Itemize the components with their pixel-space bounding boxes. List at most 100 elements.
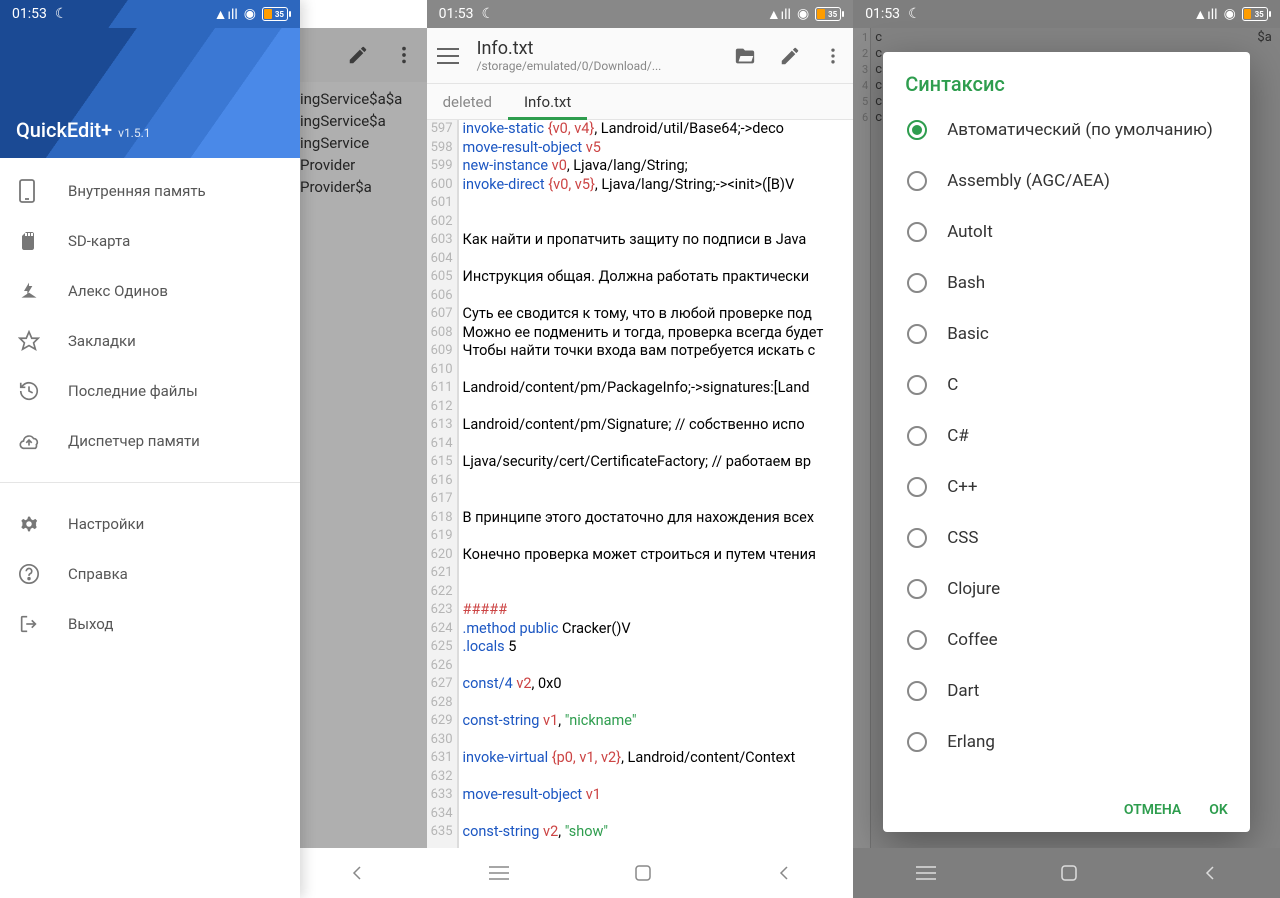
syntax-option-label: Erlang: [947, 732, 995, 752]
radio-icon: [907, 426, 927, 446]
tab-deleted[interactable]: deleted: [427, 84, 508, 119]
background-file-list: ingService$a$aingService$aingServiceProv…: [300, 82, 427, 196]
syntax-option[interactable]: C++: [893, 461, 1240, 512]
syntax-option[interactable]: Erlang: [893, 716, 1240, 767]
drawer-item[interactable]: SD-карта: [0, 216, 300, 266]
back-icon[interactable]: [777, 864, 791, 882]
help-icon: [18, 563, 38, 585]
drawer-item-label: SD-карта: [68, 232, 130, 250]
syntax-option[interactable]: Clojure: [893, 563, 1240, 614]
syntax-options: Автоматический (по умолчанию) Assembly (A…: [883, 104, 1250, 788]
android-nav-bar: [853, 848, 1280, 898]
syntax-option-label: Bash: [947, 273, 985, 293]
radio-icon: [907, 732, 927, 752]
syntax-option[interactable]: AutoIt: [893, 206, 1240, 257]
drawer-item[interactable]: Настройки: [0, 499, 300, 549]
editor-toolbar: Info.txt /storage/emulated/0/Download/..…: [427, 28, 854, 84]
recent-icon[interactable]: [489, 866, 509, 880]
status-bar: 01:53 ☾ ▲ıll◉35: [853, 0, 1280, 28]
signal-icon: ▲ıll: [214, 6, 238, 23]
home-icon[interactable]: [634, 864, 652, 882]
file-title: Info.txt: [477, 38, 734, 59]
drawer-item[interactable]: Выход: [0, 599, 300, 649]
edit-icon[interactable]: [779, 45, 801, 67]
radio-icon: [907, 630, 927, 650]
drawer-item-label: Справка: [68, 565, 128, 583]
radio-icon: [907, 681, 927, 701]
syntax-option[interactable]: Coffee: [893, 614, 1240, 665]
history-icon: [18, 380, 38, 402]
drawer-item[interactable]: Алекс Одинов: [0, 266, 300, 316]
more-icon[interactable]: [823, 45, 843, 67]
recent-icon[interactable]: [916, 866, 936, 880]
drawer-item[interactable]: Диспетчер памяти: [0, 416, 300, 466]
home-icon[interactable]: [1060, 864, 1078, 882]
back-icon[interactable]: [1203, 864, 1217, 882]
ok-button[interactable]: OK: [1209, 802, 1228, 818]
syntax-option-label: Basic: [947, 324, 989, 344]
drawer-item-label: Внутренняя память: [68, 182, 206, 200]
syntax-option[interactable]: Bash: [893, 257, 1240, 308]
exit-icon: [18, 613, 38, 635]
status-bar: 01:53 ☾ ▲ıll ◉ 35: [0, 0, 300, 28]
syntax-option-label: Assembly (AGC/AEA): [947, 171, 1110, 191]
syntax-option[interactable]: Dart: [893, 665, 1240, 716]
drawer-item[interactable]: Справка: [0, 549, 300, 599]
dialog-title: Синтаксис: [883, 52, 1250, 104]
radio-icon: [907, 477, 927, 497]
more-icon: [393, 44, 415, 66]
sd-icon: [18, 230, 38, 252]
app-title: QuickEdit+: [16, 118, 112, 142]
syntax-option-label: C: [947, 375, 958, 395]
edit-icon: [347, 44, 369, 66]
radio-icon: [907, 579, 927, 599]
cancel-button[interactable]: ОТМЕНА: [1124, 802, 1181, 818]
gear-icon: [18, 513, 38, 535]
syntax-option[interactable]: Assembly (AGC/AEA): [893, 155, 1240, 206]
syntax-option-label: C++: [947, 477, 977, 497]
radio-icon: [907, 528, 927, 548]
status-bar: 01:53 ☾ ▲ıll◉35: [427, 0, 854, 28]
navigation-drawer: 01:53 ☾ ▲ıll ◉ 35 QuickEdit+ v1.5.1 Внутр…: [0, 0, 300, 898]
storage-icon: [18, 430, 38, 452]
drawer-item[interactable]: Внутренняя память: [0, 166, 300, 216]
syntax-option[interactable]: Автоматический (по умолчанию): [893, 104, 1240, 155]
drawer-item-label: Диспетчер памяти: [68, 432, 200, 450]
syntax-option-label: Coffee: [947, 630, 997, 650]
folder-open-icon[interactable]: [733, 45, 757, 67]
radio-icon: [907, 171, 927, 191]
android-nav-bar: [427, 848, 854, 898]
drawer-item-label: Последние файлы: [68, 382, 198, 400]
radio-icon: [907, 375, 927, 395]
tab-Info.txt[interactable]: Info.txt: [508, 84, 587, 119]
syntax-option[interactable]: Basic: [893, 308, 1240, 359]
syntax-option-label: C#: [947, 426, 969, 446]
file-path: /storage/emulated/0/Download/...: [477, 59, 734, 73]
menu-button[interactable]: [437, 47, 459, 65]
back-icon[interactable]: [350, 864, 364, 882]
syntax-option[interactable]: C: [893, 359, 1240, 410]
drawer-item[interactable]: Закладки: [0, 316, 300, 366]
syntax-option[interactable]: C#: [893, 410, 1240, 461]
drawer-item-label: Закладки: [68, 332, 136, 350]
syntax-option-label: CSS: [947, 528, 978, 548]
toolbar-behind: [300, 28, 427, 82]
syntax-option[interactable]: CSS: [893, 512, 1240, 563]
syntax-option-label: AutoIt: [947, 222, 993, 242]
code-area[interactable]: invoke-static {v0, v4}, Landroid/util/Ba…: [459, 120, 854, 848]
drawer-item[interactable]: Последние файлы: [0, 366, 300, 416]
syntax-dialog: Синтаксис Автоматический (по умолчанию) A…: [883, 52, 1250, 832]
divider: [0, 482, 300, 483]
code-editor[interactable]: 5975985996006016026036046056066076086096…: [427, 120, 854, 848]
radio-icon: [907, 324, 927, 344]
radio-icon: [907, 222, 927, 242]
drawer-item-label: Алекс Одинов: [68, 282, 168, 300]
syntax-option-label: Dart: [947, 681, 979, 701]
app-version: v1.5.1: [118, 126, 150, 140]
syntax-option-label: Автоматический (по умолчанию): [947, 120, 1213, 140]
gutter: 5975985996006016026036046056066076086096…: [427, 120, 459, 848]
drawer-header: QuickEdit+ v1.5.1: [0, 28, 300, 158]
radio-icon: [907, 273, 927, 293]
cloud-icon: [18, 281, 38, 301]
star-icon: [18, 330, 38, 352]
